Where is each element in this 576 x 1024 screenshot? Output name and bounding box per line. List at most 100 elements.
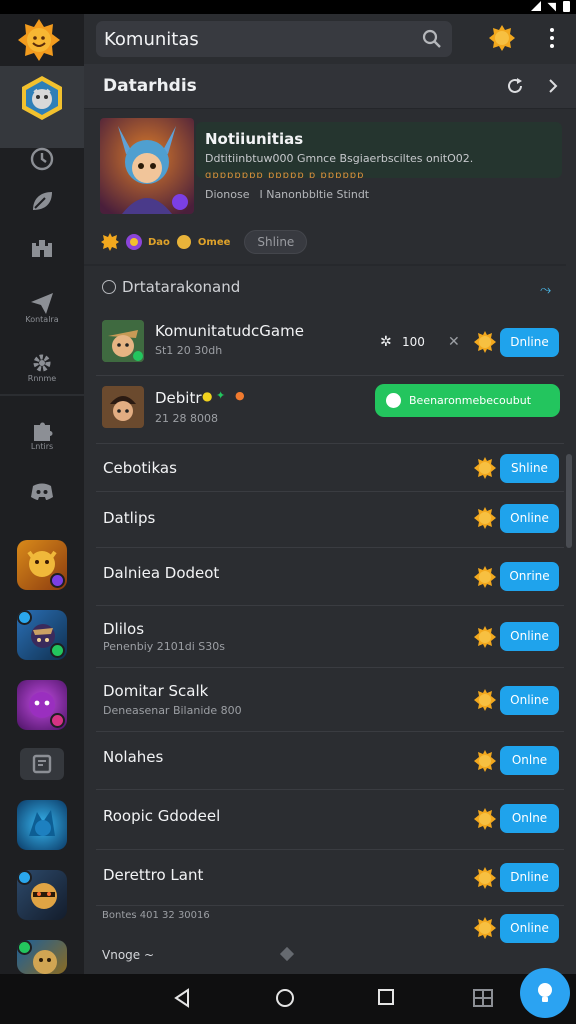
chat-icon bbox=[386, 393, 401, 408]
back-icon[interactable] bbox=[172, 988, 192, 1008]
list-item[interactable]: Roopic Gdodeel Onlne bbox=[96, 790, 564, 850]
close-icon[interactable]: ✕ bbox=[448, 334, 460, 350]
sun-badge-icon bbox=[101, 233, 119, 251]
list-item[interactable]: Dlilos Penenbiy 2101di S30s Online bbox=[96, 606, 564, 668]
section-title: Drtatarakonand bbox=[102, 278, 240, 296]
item-name: Dlilos bbox=[103, 620, 145, 638]
online-button[interactable]: Onlne bbox=[500, 804, 559, 833]
badge-text: Dao bbox=[148, 236, 170, 248]
sun-badge-icon bbox=[474, 689, 496, 711]
online-button[interactable]: Online bbox=[500, 622, 559, 651]
server-avatar-6[interactable] bbox=[17, 940, 67, 974]
gear-icon: ✲ bbox=[380, 334, 392, 350]
online-button[interactable]: Dnline bbox=[500, 863, 559, 892]
server-avatar-3[interactable] bbox=[17, 680, 67, 730]
home-sun-icon[interactable] bbox=[17, 18, 61, 62]
rail-label-3: Lntirs bbox=[30, 442, 54, 451]
guild-hexagon-icon[interactable] bbox=[18, 74, 66, 122]
avatar bbox=[102, 386, 144, 428]
search-icon[interactable] bbox=[422, 29, 442, 49]
server-badge bbox=[50, 573, 65, 588]
chevron-right-icon[interactable] bbox=[546, 77, 560, 95]
leaf-icon[interactable] bbox=[22, 186, 62, 216]
item-name: Debitr bbox=[155, 389, 202, 407]
online-button[interactable]: Online bbox=[500, 686, 559, 715]
featured-meta: Dionose I Nanonbbltie Stindt bbox=[205, 188, 369, 201]
item-subtitle: St1 20 30dh bbox=[155, 344, 223, 357]
refresh-icon[interactable] bbox=[506, 77, 524, 95]
section-title-text: Drtatarakonand bbox=[122, 278, 241, 296]
sun-badge-icon bbox=[474, 331, 496, 353]
item-subtitle: Penenbiy 2101di S30s bbox=[103, 640, 226, 653]
item-name: KomunitatudcGame bbox=[155, 322, 304, 340]
status-dots-icon: ✦ bbox=[216, 389, 226, 402]
status-dots-icon: ● bbox=[202, 389, 213, 403]
badge-text-2: Omee bbox=[197, 236, 231, 248]
sun-badge-icon bbox=[474, 566, 496, 588]
more-options-icon[interactable] bbox=[546, 28, 558, 50]
item-subtitle: Deneasenar Bilanide 800 bbox=[103, 704, 242, 717]
rail-separator bbox=[0, 394, 84, 396]
server-avatar-4[interactable] bbox=[17, 800, 67, 850]
page-title: Datarhdis bbox=[103, 76, 197, 96]
search-field[interactable]: Komunitas bbox=[96, 21, 452, 57]
new-chat-button[interactable] bbox=[520, 968, 570, 1018]
online-button[interactable]: Online bbox=[500, 504, 559, 533]
list-item[interactable]: Datlips Online bbox=[96, 492, 564, 548]
item-name: Nolahes bbox=[103, 748, 164, 766]
server-avatar-1[interactable] bbox=[17, 540, 67, 590]
server-rail: Kontalra Rnnme Lntirs bbox=[0, 14, 84, 974]
featured-card[interactable]: Notiiunitias Ddtitiinbtuw000 Gmnce Bsgia… bbox=[100, 118, 566, 216]
online-button[interactable]: Online bbox=[500, 914, 559, 943]
sun-badge-icon bbox=[474, 626, 496, 648]
footer-label[interactable]: Vnoge ~ bbox=[102, 948, 154, 962]
home-icon[interactable] bbox=[275, 988, 295, 1008]
top-bar: Komunitas bbox=[84, 14, 576, 64]
wifi-icon: ◥ bbox=[547, 0, 556, 13]
recents-icon[interactable] bbox=[377, 988, 395, 1006]
status-pill[interactable]: Shline bbox=[244, 230, 308, 254]
list-item[interactable]: Dalniea Dodeot Onrine bbox=[96, 548, 564, 606]
online-button[interactable]: Onlne bbox=[500, 746, 559, 775]
list-item[interactable]: Derettro Lant Dnline bbox=[96, 850, 564, 906]
list-item[interactable]: Cebotikas Shline bbox=[96, 444, 564, 492]
list-item[interactable]: Domitar Scalk Deneasenar Bilanide 800 On… bbox=[96, 668, 564, 732]
split-screen-icon[interactable] bbox=[472, 988, 494, 1008]
join-button-label: Beenaronmebecoubut bbox=[409, 394, 532, 407]
send-icon[interactable] bbox=[22, 288, 62, 318]
status-dots-icon: ● bbox=[235, 389, 245, 402]
circle-icon bbox=[102, 280, 116, 294]
discord-icon[interactable] bbox=[22, 476, 62, 506]
castle-icon[interactable] bbox=[22, 232, 62, 262]
online-button[interactable]: Shline bbox=[500, 454, 559, 483]
battery-icon bbox=[563, 1, 570, 12]
server-avatar-2[interactable] bbox=[17, 610, 67, 660]
rail-label-2: Rnnme bbox=[27, 374, 57, 383]
signal-icon bbox=[530, 1, 541, 11]
sun-badge-icon bbox=[474, 507, 496, 529]
join-button[interactable]: Beenaronmebecoubut bbox=[375, 384, 560, 417]
channel-header: Datarhdis bbox=[84, 64, 576, 109]
system-nav-bar bbox=[0, 974, 576, 1024]
online-button[interactable]: Dnline bbox=[500, 328, 559, 357]
expand-arrow-icon[interactable]: ⤳ bbox=[540, 282, 551, 298]
sun-badge-icon[interactable] bbox=[488, 24, 516, 52]
featured-meta-right: I Nanonbbltie Stindt bbox=[259, 188, 370, 201]
item-name: Roopic Gdodeel bbox=[103, 807, 221, 825]
server-badge bbox=[17, 870, 32, 885]
featured-description: Ddtitiinbtuw000 Gmnce Bsgiaerbsciltes on… bbox=[205, 152, 474, 165]
sun-badge-icon bbox=[474, 457, 496, 479]
member-count: 100 bbox=[402, 335, 425, 349]
featured-title: Notiiunitias bbox=[205, 130, 304, 148]
chevron-down-icon: ~ bbox=[143, 948, 155, 962]
list-item[interactable]: Nolahes Onlne bbox=[96, 732, 564, 790]
search-input[interactable]: Komunitas bbox=[104, 29, 199, 50]
folder-icon[interactable] bbox=[20, 748, 64, 780]
list-item[interactable]: KomunitatudcGame St1 20 30dh ✲ 100 ✕ Dnl… bbox=[96, 306, 564, 376]
online-button[interactable]: Onrine bbox=[500, 562, 559, 591]
scrollbar[interactable] bbox=[566, 454, 572, 548]
server-badge bbox=[50, 643, 65, 658]
clock-icon[interactable] bbox=[22, 144, 62, 174]
item-name: Cebotikas bbox=[103, 459, 177, 477]
server-avatar-5[interactable] bbox=[17, 870, 67, 920]
